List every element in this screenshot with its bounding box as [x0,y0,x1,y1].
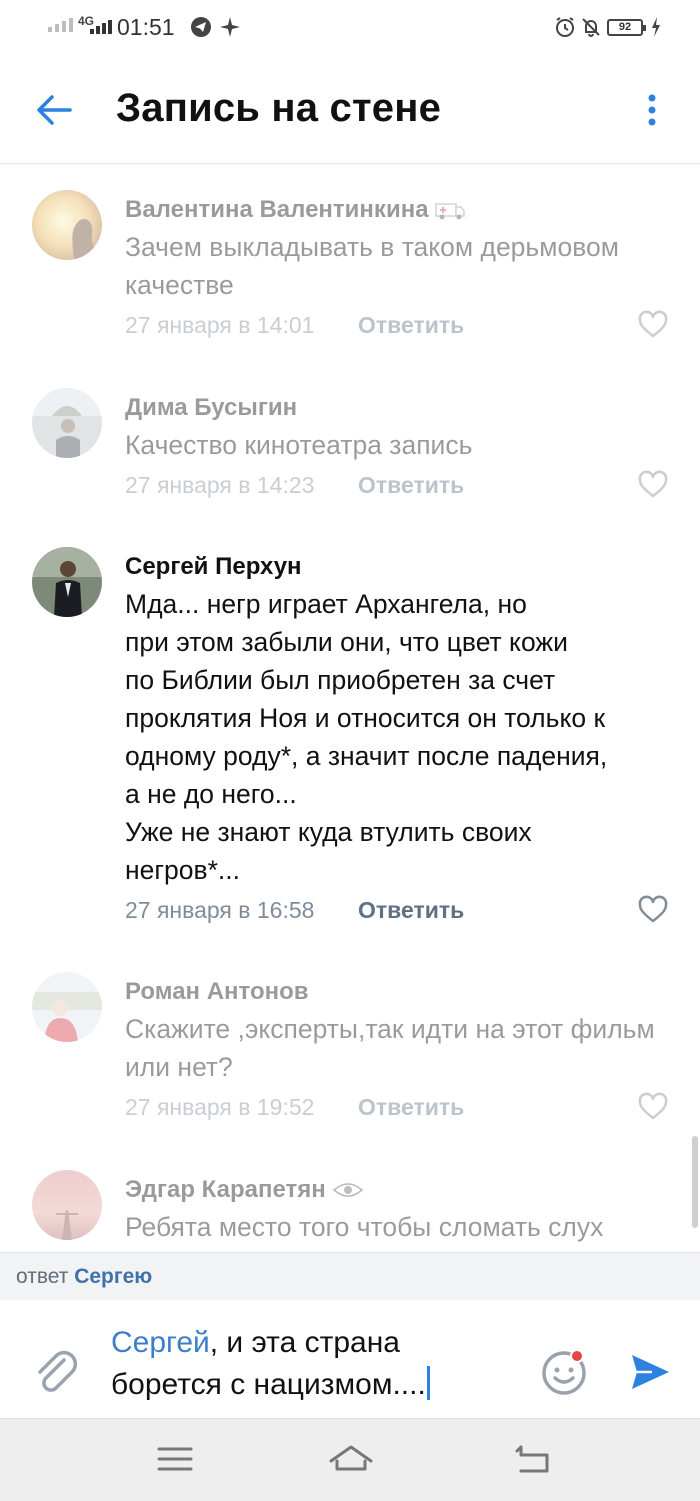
heart-icon[interactable] [638,895,668,925]
comment-date: 27 января в 14:01 [125,312,315,338]
status-time: 01:51 [117,14,175,40]
comment-date: 27 января в 16:58 [125,897,315,923]
comment-text: Качество кинотеатра запись [125,430,473,460]
back-arrow-icon[interactable] [34,90,74,130]
comment-author[interactable]: Эдгар Карапетян [125,1174,685,1206]
heart-icon[interactable] [638,1092,668,1122]
reply-button[interactable]: Ответить [358,897,464,924]
status-bar: 4G 01:51 92 [0,0,700,56]
comment-input[interactable]: Сергей, и эта страна борется с нацизмом.… [111,1322,531,1406]
top-app-bar: Запись на стене [0,56,700,164]
avatar[interactable] [32,388,102,458]
telegram-icon [191,17,211,37]
comment-author[interactable]: Валентина Валентинкина [125,194,685,226]
comment-text: Ребята место того чтобы сломать слух [125,1212,604,1242]
comment-author[interactable]: Сергей Перхун [125,551,685,583]
more-options-icon[interactable] [640,90,664,130]
battery-indicator: 92 [607,19,646,36]
ambulance-icon [434,203,465,220]
comment-text: Мда... негр играет Архангела, но при это… [125,589,608,885]
reply-target-name[interactable]: Сергею [74,1265,152,1288]
back-nav-icon[interactable] [513,1441,553,1477]
charging-icon [652,17,660,37]
mute-bell-icon [582,18,600,37]
reply-button[interactable]: Ответить [358,472,464,499]
reply-button[interactable]: Ответить [358,1094,464,1121]
comment-composer: Сергей, и эта страна борется с нацизмом.… [0,1300,700,1418]
comment-text: Скажите ,эксперты,так идти на этот фильм… [125,1014,655,1082]
page-title: Запись на стене [116,86,442,130]
sparkle-icon [220,17,240,37]
comment-author[interactable]: Роман Антонов [125,976,685,1008]
heart-icon[interactable] [638,470,668,500]
reply-target-bar[interactable]: ответ Сергею [0,1252,700,1300]
reply-button[interactable]: Ответить [358,312,464,339]
avatar[interactable] [32,972,102,1042]
avatar[interactable] [32,547,102,617]
signal-strength-sim2-icon [90,20,112,34]
system-nav-bar [0,1418,700,1501]
comment-date: 27 января в 19:52 [125,1094,315,1120]
signal-strength-sim1-icon [48,18,73,32]
scrollbar[interactable] [692,1136,698,1228]
mention-link[interactable]: Сергей [111,1326,210,1359]
comment-text: Зачем выкладывать в таком дерьмовом каче… [125,232,619,300]
attach-icon[interactable] [34,1346,78,1396]
menu-icon[interactable] [155,1441,195,1477]
eye-icon [332,1183,364,1197]
send-icon[interactable] [628,1350,672,1394]
alarm-icon [556,17,574,37]
comment-date: 27 января в 14:23 [125,472,315,498]
emoji-sticker-icon[interactable] [540,1348,588,1396]
reply-prefix: ответ [16,1265,69,1288]
avatar[interactable] [32,1170,102,1240]
heart-icon[interactable] [638,310,668,340]
text-caret [426,1366,430,1400]
avatar[interactable] [32,190,102,260]
home-icon[interactable] [328,1441,374,1477]
comment-author[interactable]: Дима Бусыгин [125,392,685,424]
